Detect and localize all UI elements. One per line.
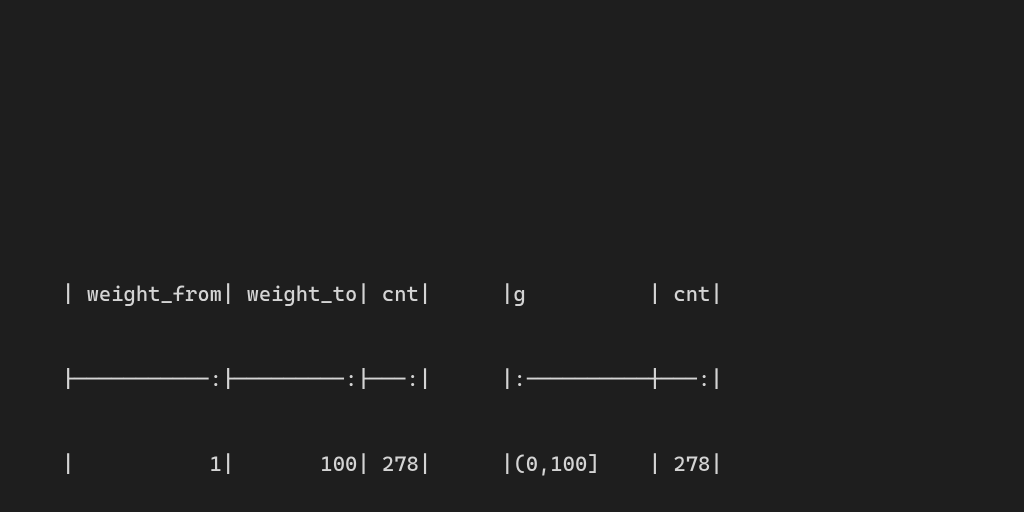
left-table: | weight_from| weight_to| cnt| |--------… — [62, 223, 431, 512]
left-header: | weight_from| weight_to| cnt| — [62, 280, 431, 308]
right-separator: |:----------|---:| — [501, 365, 722, 393]
left-separator: |-----------:|---------:|---:| — [62, 365, 431, 393]
tables-row: | weight_from| weight_to| cnt| |--------… — [62, 223, 1024, 512]
right-row-0: |(0,100] | 278| — [501, 450, 722, 478]
right-table: |g | cnt| |:----------|---:| |(0,100] | … — [501, 223, 722, 512]
left-row-0: | 1| 100| 278| — [62, 450, 431, 478]
right-header: |g | cnt| — [501, 280, 722, 308]
